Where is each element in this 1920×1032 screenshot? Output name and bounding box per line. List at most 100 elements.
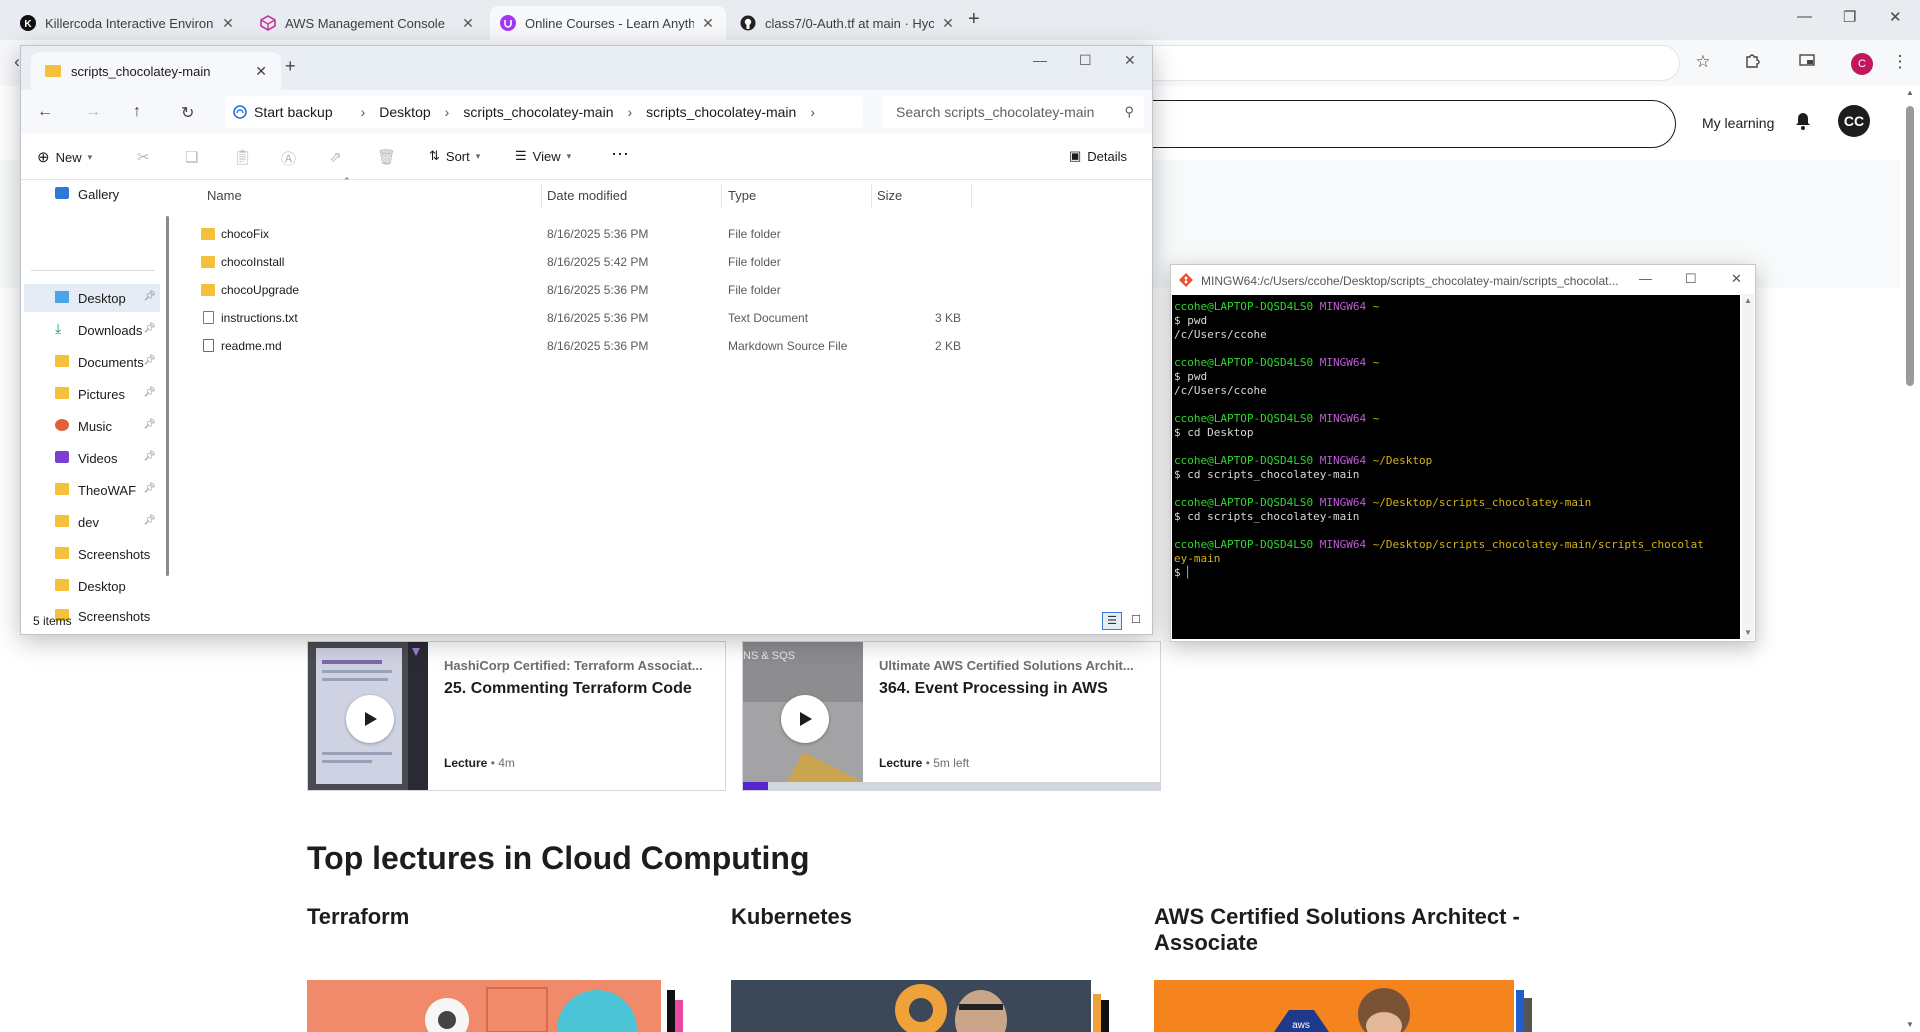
explorer-tab[interactable]: scripts_chocolatey-main ✕ xyxy=(31,52,281,90)
play-button[interactable] xyxy=(781,695,829,743)
column-divider[interactable] xyxy=(721,184,722,208)
menu-kebab-icon[interactable]: ⋮ xyxy=(1889,51,1911,73)
refresh-icon[interactable]: ↻ xyxy=(181,103,194,123)
close-window-icon[interactable]: ✕ xyxy=(1124,52,1136,69)
column-header-size[interactable]: Size xyxy=(877,180,902,212)
close-tab-icon[interactable]: ✕ xyxy=(700,15,716,32)
topic-heading[interactable]: Terraform xyxy=(307,904,409,930)
share-icon[interactable]: ⇗ xyxy=(329,148,342,166)
breadcrumb-item[interactable]: scripts_chocolatey-main xyxy=(463,104,613,120)
column-divider[interactable] xyxy=(971,184,972,208)
topic-thumbnail[interactable]: aws xyxy=(1154,980,1534,1032)
nav-item-pictures[interactable]: Pictures 📌︎ xyxy=(24,380,160,408)
nav-item-dev[interactable]: dev 📌︎ xyxy=(24,508,160,536)
nav-item-videos[interactable]: Videos 📌︎ xyxy=(24,444,160,472)
view-button[interactable]: ☰ View ▾ xyxy=(515,148,571,164)
file-row[interactable]: instructions.txt 8/16/2025 5:36 PM Text … xyxy=(181,304,961,332)
scroll-down-icon[interactable]: ▼ xyxy=(1744,628,1752,637)
lecture-card[interactable]: HashiCorp Certified: Terraform Associat.… xyxy=(307,641,726,791)
lecture-card[interactable]: NS & SQS Ultimate AWS Certified Solution… xyxy=(742,641,1161,791)
file-row[interactable]: readme.md 8/16/2025 5:36 PM Markdown Sou… xyxy=(181,332,961,360)
breadcrumb-item[interactable]: Desktop xyxy=(379,104,430,120)
page-scrollbar[interactable] xyxy=(1904,100,1916,1032)
nav-scrollbar[interactable] xyxy=(166,216,169,576)
column-header-type[interactable]: Type xyxy=(728,180,756,212)
file-row[interactable]: chocoUpgrade 8/16/2025 5:36 PM File fold… xyxy=(181,276,941,304)
terminal-output[interactable]: ccohe@LAPTOP-DQSD4LS0 MINGW64 ~ $ pwd/c/U… xyxy=(1172,295,1740,639)
maximize-icon[interactable]: ☐ xyxy=(1079,52,1092,69)
new-button[interactable]: ⊕ New ▾ xyxy=(37,148,92,166)
browser-tab-udemy[interactable]: Online Courses - Learn Anythin ✕ xyxy=(490,6,726,40)
bookmark-star-icon[interactable]: ☆ xyxy=(1692,51,1714,73)
user-avatar[interactable]: CC xyxy=(1838,105,1870,137)
topic-heading[interactable]: Kubernetes xyxy=(731,904,852,930)
maximize-icon[interactable]: ☐ xyxy=(1685,271,1697,287)
close-tab-icon[interactable]: ✕ xyxy=(255,63,267,80)
nav-item-music[interactable]: Music 📌︎ xyxy=(24,412,160,440)
nav-item-documents[interactable]: Documents 📌︎ xyxy=(24,348,160,376)
close-tab-icon[interactable]: ✕ xyxy=(460,15,476,32)
cast-icon[interactable] xyxy=(1796,51,1818,73)
nav-item-gallery[interactable]: Gallery xyxy=(24,180,160,208)
tiles-view-icon[interactable]: ☐ xyxy=(1126,612,1146,630)
column-divider[interactable] xyxy=(871,184,872,208)
details-button[interactable]: ▣ Details xyxy=(1069,148,1127,164)
rename-icon[interactable]: Ⓐ xyxy=(281,148,296,169)
topic-thumbnail[interactable] xyxy=(731,980,1111,1032)
delete-icon[interactable]: 🗑︎ xyxy=(377,148,396,166)
browser-tab-github[interactable]: class7/0-Auth.tf at main · Hycee ✕ xyxy=(730,6,966,40)
close-tab-icon[interactable]: ✕ xyxy=(940,15,956,32)
lecture-title[interactable]: 25. Commenting Terraform Code xyxy=(444,680,692,698)
new-tab-icon[interactable]: + xyxy=(285,56,296,77)
explorer-search-input[interactable]: Search scripts_chocolatey-main ⚲ xyxy=(882,96,1144,128)
new-tab-icon[interactable]: + xyxy=(968,8,980,31)
topic-thumbnail[interactable] xyxy=(307,980,683,1032)
my-learning-link[interactable]: My learning xyxy=(1702,115,1774,131)
up-arrow-icon[interactable]: ↑ xyxy=(133,103,141,121)
scroll-down-icon[interactable]: ▼ xyxy=(1906,1020,1914,1029)
address-breadcrumb[interactable]: Start backup › Desktop › scripts_chocola… xyxy=(225,96,863,128)
close-window-icon[interactable]: ✕ xyxy=(1731,271,1742,287)
profile-avatar[interactable]: C xyxy=(1851,53,1873,75)
udemy-search-input[interactable] xyxy=(1100,100,1676,148)
more-options-icon[interactable]: ⋯ xyxy=(611,144,629,165)
nav-item-downloads[interactable]: ⤓ Downloads 📌︎ xyxy=(24,316,160,344)
scroll-up-icon[interactable]: ▲ xyxy=(1744,296,1752,305)
minimize-icon[interactable]: — xyxy=(1639,271,1652,286)
nav-item-theowaf[interactable]: TheoWAF 📌︎ xyxy=(24,476,160,504)
lecture-title[interactable]: 364. Event Processing in AWS xyxy=(879,680,1108,698)
scroll-up-icon[interactable]: ▲ xyxy=(1906,88,1914,97)
file-row[interactable]: chocoFix 8/16/2025 5:36 PM File folder xyxy=(181,220,941,248)
breadcrumb-item[interactable]: scripts_chocolatey-main xyxy=(646,104,796,120)
details-view-icon[interactable]: ☰ xyxy=(1102,612,1122,630)
column-divider[interactable] xyxy=(541,184,542,208)
column-header-name[interactable]: Name xyxy=(207,180,242,212)
back-arrow-icon[interactable]: ← xyxy=(37,103,53,121)
copy-icon[interactable]: ❏ xyxy=(185,148,198,166)
sort-button[interactable]: ⇅ Sort ▾ xyxy=(429,148,480,164)
start-backup-button[interactable]: Start backup xyxy=(233,104,333,120)
scroll-thumb[interactable] xyxy=(1906,106,1914,386)
terminal-scrollbar[interactable]: ▲ ▼ xyxy=(1742,294,1754,640)
browser-tab-killercoda[interactable]: K Killercoda Interactive Environme ✕ xyxy=(10,6,246,40)
close-window-icon[interactable]: ✕ xyxy=(1889,8,1902,26)
nav-item-desktop[interactable]: Desktop 📌︎ xyxy=(24,284,160,312)
chevron-right-icon[interactable]: › xyxy=(810,104,815,120)
file-row[interactable]: chocoInstall 8/16/2025 5:42 PM File fold… xyxy=(181,248,941,276)
paste-icon[interactable]: 📋︎ xyxy=(233,148,252,166)
minimize-icon[interactable]: — xyxy=(1033,52,1047,68)
start-backup-label: Start backup xyxy=(254,104,333,120)
bell-icon[interactable] xyxy=(1795,112,1811,135)
restore-icon[interactable]: ❐ xyxy=(1843,8,1856,26)
close-tab-icon[interactable]: ✕ xyxy=(220,15,236,32)
nav-item-screenshots[interactable]: Screenshots xyxy=(24,540,160,568)
minimize-icon[interactable]: — xyxy=(1797,8,1812,25)
topic-heading[interactable]: AWS Certified Solutions Architect - Asso… xyxy=(1154,904,1574,956)
column-header-date[interactable]: Date modified xyxy=(547,180,627,212)
cut-icon[interactable]: ✂ xyxy=(137,148,150,166)
extensions-icon[interactable] xyxy=(1742,51,1764,73)
nav-item-desktop-2[interactable]: Desktop xyxy=(24,572,160,600)
forward-arrow-icon[interactable]: → xyxy=(85,103,101,121)
play-button[interactable] xyxy=(346,695,394,743)
browser-tab-aws[interactable]: AWS Management Console ✕ xyxy=(250,6,486,40)
